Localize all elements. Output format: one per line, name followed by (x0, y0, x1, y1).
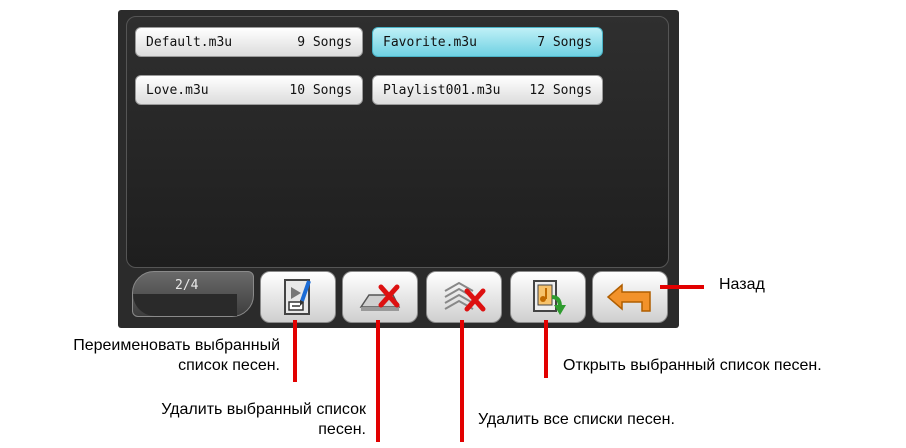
callout-line-back (660, 285, 704, 289)
page-indicator-stripe (133, 294, 237, 316)
back-button[interactable] (592, 271, 668, 323)
callout-open: Открыть выбранный список песен. (563, 357, 822, 374)
callout-delete-line2: песен. (318, 421, 366, 438)
open-playlist-icon (533, 280, 566, 315)
callout-line-rename (293, 320, 297, 382)
back-arrow-icon (606, 283, 651, 312)
callout-delete-all: Удалить все списки песен. (478, 411, 675, 428)
rename-playlist-icon (284, 279, 311, 315)
playlist-name: Favorite.m3u (383, 34, 477, 50)
callout-line-open (544, 320, 548, 378)
playlist-name: Default.m3u (146, 34, 233, 50)
page-indicator[interactable]: 2/4 (132, 271, 254, 317)
rename-playlist-button[interactable] (260, 271, 336, 323)
delete-all-playlists-button[interactable] (426, 271, 502, 323)
callout-rename-line2: список песен. (178, 357, 280, 374)
playlist-name: Playlist001.m3u (383, 82, 501, 98)
playlist-song-count: 9 Songs (297, 34, 352, 50)
playlist-item-default[interactable]: Default.m3u 9 Songs (135, 27, 363, 57)
open-playlist-button[interactable] (510, 271, 586, 323)
playlist-name: Love.m3u (146, 82, 209, 98)
playlist-screen: Default.m3u 9 Songs Favorite.m3u 7 Songs… (126, 16, 669, 268)
page-indicator-text: 2/4 (175, 278, 199, 293)
callout-line-delete-all (460, 320, 464, 442)
callout-rename: Переименовать выбранный список песен. (6, 336, 280, 376)
playlist-song-count: 12 Songs (529, 82, 592, 98)
playlist-item-love[interactable]: Love.m3u 10 Songs (135, 75, 363, 105)
callout-delete-line1: Удалить выбранный список (161, 401, 366, 418)
delete-all-playlists-icon (444, 281, 486, 312)
playlist-song-count: 10 Songs (289, 82, 352, 98)
delete-playlist-icon (359, 284, 401, 311)
playlist-item-playlist001[interactable]: Playlist001.m3u 12 Songs (372, 75, 603, 105)
playlist-song-count: 7 Songs (537, 34, 592, 50)
bottom-toolbar: 2/4 (126, 267, 671, 327)
callout-rename-line1: Переименовать выбранный (73, 337, 280, 354)
callout-delete: Удалить выбранный список песен. (78, 400, 366, 440)
callout-back: Назад (719, 276, 765, 293)
playlist-item-favorite[interactable]: Favorite.m3u 7 Songs (372, 27, 603, 57)
callout-line-delete (376, 320, 380, 442)
device-frame: Default.m3u 9 Songs Favorite.m3u 7 Songs… (118, 10, 679, 328)
delete-playlist-button[interactable] (342, 271, 418, 323)
